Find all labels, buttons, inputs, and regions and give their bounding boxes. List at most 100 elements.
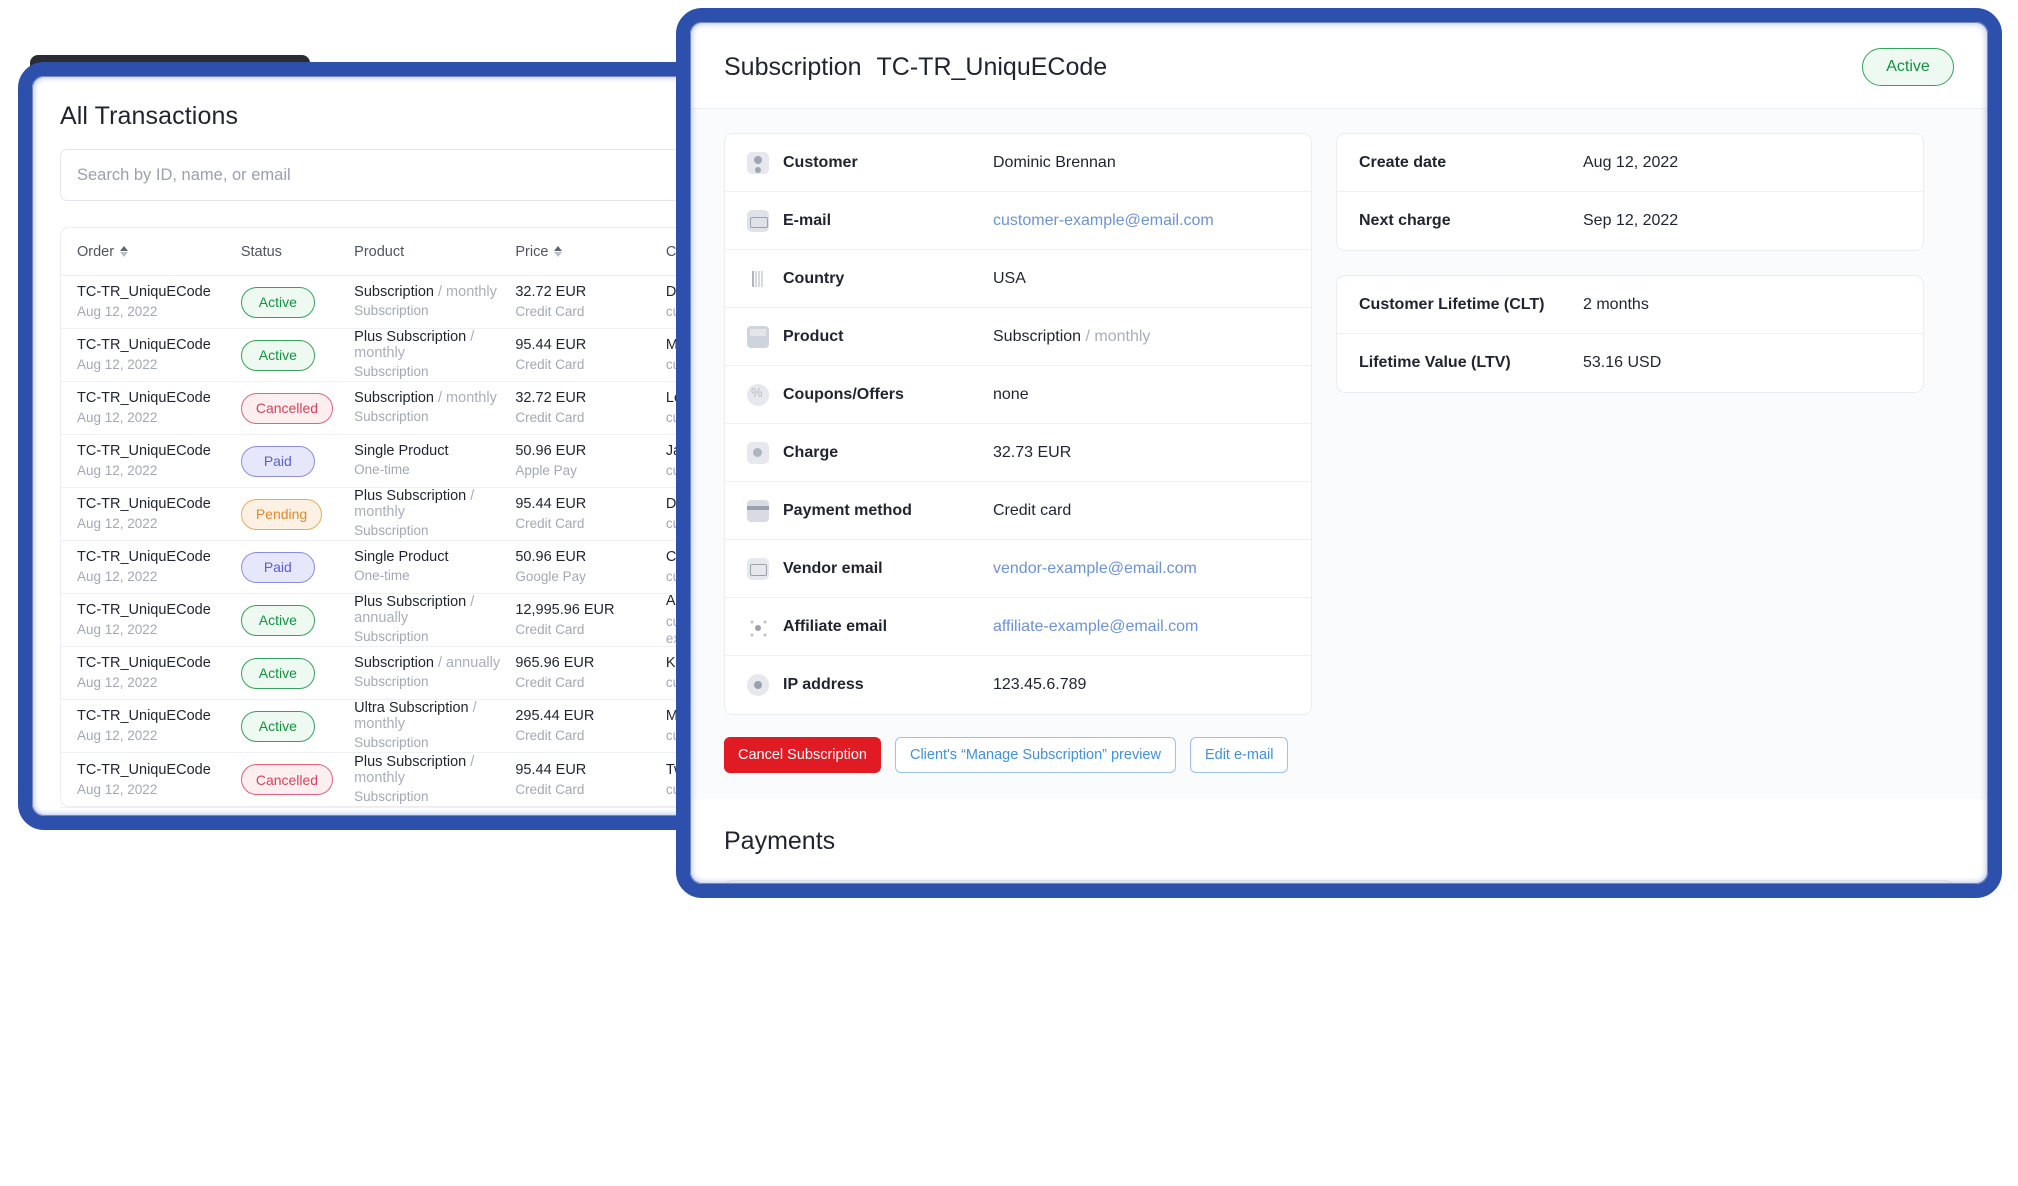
detail-label: Customer [783,153,858,171]
detail-value: none [993,386,1029,404]
product-title: Plus Subscription [354,488,467,505]
box-icon [747,325,769,348]
status-badge: Pending [240,498,323,530]
order-date: Aug 12, 2022 [77,463,158,479]
price-value: 12,995.96 EUR [515,602,615,619]
payment-method: Google Pay [515,569,586,585]
summary-metrics-panel: Customer Lifetime (CLT) 2 months Lifetime … [1336,275,1924,393]
order-date: Aug 12, 2022 [77,410,158,426]
cell-price: 12,995.96 EUR Credit Card [515,601,666,639]
detail-value-text: 123.45.6.789 [993,676,1087,693]
detail-value-text: Dominic Brennan [993,153,1116,171]
column-header-status[interactable]: Status [241,244,354,260]
detail-label: E-mail [783,211,832,229]
edit-email-button[interactable]: Edit e-mail [1189,737,1289,773]
price-value: 50.96 EUR [515,549,587,566]
product-type: One-time [354,568,410,584]
product-name: Plus Subscription / annually [354,594,515,626]
detail-label: IP address [783,676,864,693]
detail-value[interactable]: vendor-example@email.com [993,560,1197,578]
payment-method: Credit Card [515,410,585,426]
status-badge: Paid [240,551,315,583]
detail-row: Charge 32.73 EUR [725,424,1311,482]
summary-value: Sep 12, 2022 [1583,212,1679,229]
detail-value[interactable]: affiliate-example@email.com [993,618,1198,636]
cell-status: Active [240,286,354,318]
charge-icon [747,441,769,464]
summary-value: Aug 12, 2022 [1583,153,1679,171]
cell-order: TC-TR_UniquECode Aug 12, 2022 [77,389,241,427]
cell-price: 50.96 EUR Google Pay [515,548,666,586]
sort-icon[interactable] [120,246,129,257]
order-id: TC-TR_UniquECode [77,284,211,301]
status-badge: Active [240,286,315,318]
payment-method: Credit Card [515,357,585,373]
product-name: Single Product [354,443,515,459]
detail-value: 123.45.6.789 [993,676,1086,694]
order-date: Aug 12, 2022 [77,516,158,532]
order-date: Aug 12, 2022 [77,781,158,797]
product-title: Subscription [354,284,434,301]
summary-value: 53.16 USD [1583,354,1662,371]
cell-order: TC-TR_UniquECode Aug 12, 2022 [77,601,241,639]
cell-order: TC-TR_UniquECode Aug 12, 2022 [77,442,241,480]
price-value: 32.72 EUR [515,390,587,407]
payment-method: Credit Card [515,516,585,532]
status-badge: Paid [240,445,315,477]
detail-value[interactable]: customer-example@email.com [993,212,1214,230]
subscription-summary-column: Create date Aug 12, 2022 Next charge Sep 12… [1336,133,1924,715]
sort-icon[interactable] [554,246,563,257]
product-type: Subscription [354,788,429,804]
payment-method: Credit Card [515,728,585,744]
cancel-subscription-button[interactable]: Cancel Subscription [724,737,881,773]
status-badge: Cancelled [240,764,334,795]
product-type: One-time [354,462,410,478]
cell-product: Subscription / monthly Subscription [354,284,515,320]
cell-product: Plus Subscription / annually Subscription [354,594,515,646]
cell-price: 965.96 EUR Credit Card [515,654,666,692]
payments-section: Payments Reference Invoice N External ID [690,799,1988,884]
subscription-detail-window: Subscription TC-TR_UniquECode Active Cus… [676,8,2002,898]
summary-value: 2 months [1583,295,1649,313]
price-value: 95.44 EUR [515,496,587,513]
summary-row: Lifetime Value (LTV) 53.16 USD [1337,334,1923,392]
order-date: Aug 12, 2022 [77,728,158,744]
product-name: Plus Subscription / monthly [354,754,515,786]
detail-row: Product Subscription / monthly [725,308,1311,366]
product-title: Subscription [354,390,434,407]
manage-subscription-preview-button[interactable]: Client's “Manage Subscription” preview [894,737,1176,773]
column-header-order[interactable]: Order [77,244,241,260]
payment-method: Credit Card [515,781,585,797]
vendor-icon [747,557,769,580]
column-header-product[interactable]: Product [354,244,515,260]
payments-header-row: Reference Invoice N External ID Tot [725,881,1953,884]
detail-value-text: customer-example@email.com [993,211,1214,229]
cell-status: Paid [240,445,354,477]
column-header-price[interactable]: Price [515,244,666,260]
product-name: Ultra Subscription / monthly [354,700,515,732]
cell-status: Active [240,710,354,742]
product-title: Single Product [354,549,449,566]
product-title: Subscription [354,655,434,672]
product-name: Single Product [354,549,515,565]
product-title: Plus Subscription [354,329,467,346]
summary-label: Create date [1359,153,1447,171]
detail-row: E-mail customer-example@email.com [725,192,1311,250]
cell-product: Ultra Subscription / monthly Subscription [354,700,515,752]
cell-price: 295.44 EUR Credit Card [515,707,666,745]
subscription-title: Subscription TC-TR_UniquECode [724,53,1107,82]
column-label-product: Product [354,243,405,260]
order-id: TC-TR_UniquECode [77,655,211,672]
cell-status: Active [240,604,354,636]
detail-value-text: vendor-example@email.com [993,559,1197,577]
product-title: Single Product [354,443,449,460]
detail-value-text: 32.73 EUR [993,443,1072,461]
price-value: 95.44 EUR [515,761,587,778]
payment-method: Credit Card [515,622,585,638]
product-type: Subscription [354,735,429,751]
cell-product: Plus Subscription / monthly Subscription [354,754,515,806]
order-id: TC-TR_UniquECode [77,708,211,725]
affiliate-icon [747,616,769,638]
product-title: Plus Subscription [354,753,467,770]
status-badge: Active [1862,48,1954,86]
